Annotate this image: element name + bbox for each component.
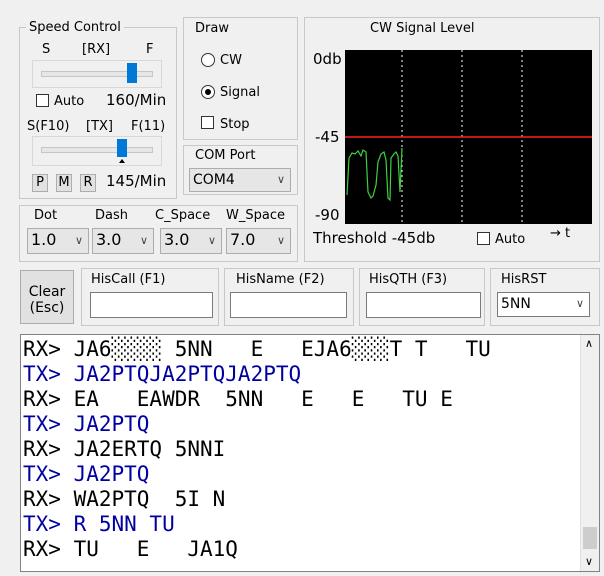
rx-speed-value: 160/Min [106,91,167,109]
stop-label: Stop [220,117,250,132]
threshold-auto-checkbox[interactable] [477,232,490,245]
his-name-label: HisName (F2) [236,272,325,287]
p-button[interactable]: P [32,174,48,192]
cspace-select[interactable]: 3.0 ∨ [160,228,222,254]
clear-button[interactable]: Clear (Esc) [20,270,74,324]
his-call-label: HisCall (F1) [91,272,166,287]
com-port-title: COM Port [192,148,259,163]
chevron-down-icon: ∨ [276,234,285,247]
tx-slider-thumb[interactable] [117,139,127,157]
rx-fast-label: F [146,42,154,57]
log-scrollbar[interactable]: ∧ ∨ [580,335,599,571]
rx-slow-label: S [42,42,51,57]
his-name-input[interactable] [230,292,347,318]
clear-button-line2: (Esc) [29,300,65,316]
cw-radio-label: CW [220,53,242,68]
dash-value: 3.0 [96,230,122,249]
signal-plot-svg [345,50,592,224]
speed-control-title: Speed Control [26,20,124,35]
log-line: RX> EA EAWDR 5NN E E TU E [23,387,453,411]
scroll-thumb[interactable] [583,527,597,549]
rx-slider-thumb[interactable] [127,63,137,83]
his-rst-select[interactable]: 5NN ∨ [497,292,590,317]
y-axis-mid-label: -45 [315,128,340,146]
chevron-down-icon: ∨ [575,297,584,310]
his-rst-value: 5NN [501,296,531,312]
wspace-label: W_Space [226,208,285,223]
rx-auto-checkbox[interactable] [36,94,49,107]
dot-value: 1.0 [31,230,57,249]
clear-button-line1: Clear [28,284,66,300]
chevron-down-icon: ∨ [276,173,285,186]
dash-label: Dash [95,208,128,223]
log-line: TX> R 5NN TU [23,512,175,536]
log-line: TX> JA2PTQ [23,412,150,436]
signal-radio-label: Signal [220,85,260,100]
chevron-down-icon: ∨ [74,234,83,247]
stop-checkbox[interactable] [201,116,214,129]
threshold-label: Threshold -45db [313,229,436,247]
com-port-value: COM4 [193,172,235,188]
wspace-value: 7.0 [230,230,256,249]
scroll-up-icon[interactable]: ∧ [585,337,593,350]
rx-label: [RX] [82,42,111,57]
log-line: RX> JA2ERTQ 5NNI [23,437,226,461]
tx-slider-tick [119,159,125,163]
log-line: RX> TU E JA1Q [23,537,238,561]
tx-slow-label: S(F10) [27,119,70,134]
his-call-input[interactable] [90,292,213,318]
tx-speed-slider[interactable] [32,136,162,166]
time-arrow-label: → t [550,226,571,241]
log-line: TX> JA2PTQ [23,462,150,486]
tx-label: [TX] [86,119,113,134]
signal-radio[interactable] [201,85,215,99]
wspace-select[interactable]: 7.0 ∨ [226,228,291,254]
y-axis-top-label: 0db [313,50,342,68]
rx-auto-label: Auto [54,94,85,109]
log-line: RX> WA2PTQ 5I N [23,487,226,511]
tx-fast-label: F(11) [131,119,166,134]
dot-select[interactable]: 1.0 ∨ [27,228,89,254]
r-button[interactable]: R [80,174,96,192]
dot-label: Dot [34,208,58,223]
signal-trace [346,147,403,202]
signal-level-title: CW Signal Level [370,21,475,36]
draw-title: Draw [192,21,232,36]
tx-slider-track [41,147,153,153]
dash-select[interactable]: 3.0 ∨ [92,228,154,254]
com-port-select[interactable]: COM4 ∨ [189,168,291,192]
cspace-value: 3.0 [164,230,190,249]
signal-plot [345,50,592,224]
his-qth-input[interactable] [366,292,481,318]
log-line: RX> JA6░░░░ 5NN E EJA6░░░T T TU [23,337,491,361]
his-qth-label: HisQTH (F3) [369,272,448,287]
tx-speed-value: 145/Min [106,172,167,190]
scroll-down-icon[interactable]: ∨ [585,555,593,568]
message-log[interactable]: RX> JA6░░░░ 5NN E EJA6░░░T T TU TX> JA2P… [20,334,600,572]
chevron-down-icon: ∨ [207,234,216,247]
rx-speed-slider[interactable] [32,60,162,88]
cw-radio[interactable] [201,53,215,67]
his-rst-label: HisRST [501,272,547,287]
threshold-auto-label: Auto [495,232,526,247]
chevron-down-icon: ∨ [139,234,148,247]
y-axis-bottom-label: -90 [315,206,340,224]
cspace-label: C_Space [155,208,211,223]
log-line: TX> JA2PTQJA2PTQJA2PTQ [23,362,302,386]
m-button[interactable]: M [56,174,72,192]
